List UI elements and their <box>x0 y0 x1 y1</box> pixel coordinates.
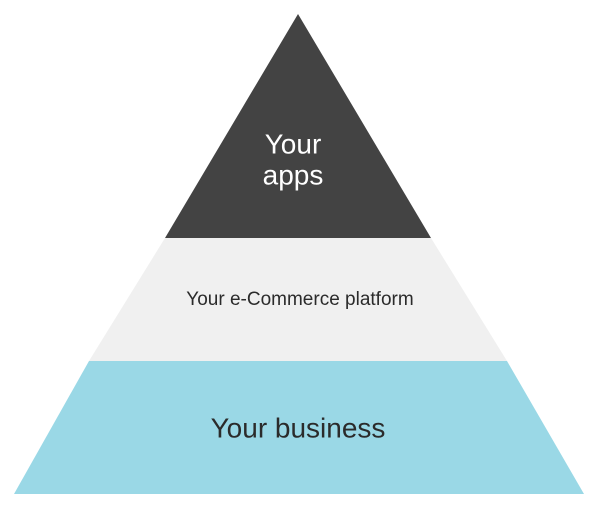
tier-apps-label-line2: apps <box>263 159 324 190</box>
tier-business-label: Your business <box>211 412 386 443</box>
pyramid-diagram: Your apps Your e-Commerce platform Your … <box>0 0 600 507</box>
tier-apps-label-line1: Your <box>265 128 322 159</box>
tier-apps-shape <box>165 14 431 238</box>
tier-platform-label: Your e-Commerce platform <box>186 289 413 310</box>
pyramid-svg: Your apps Your e-Commerce platform Your … <box>14 14 584 494</box>
